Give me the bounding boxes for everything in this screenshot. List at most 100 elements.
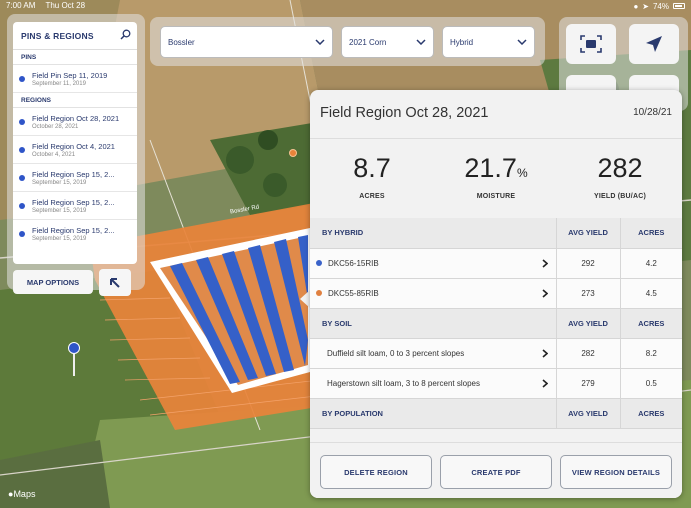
region-marker-icon[interactable]	[289, 149, 297, 157]
frame-icon	[580, 35, 602, 53]
acres-cell: 4.2	[620, 248, 682, 279]
season-select-value: 2021 Corn	[349, 37, 387, 47]
maps-logo-text: Maps	[13, 489, 36, 499]
table-row[interactable]: Duffield silt loam, 0 to 3 percent slope…	[310, 338, 682, 369]
stat-value: 282	[597, 153, 643, 183]
region-date: September 15, 2019	[32, 236, 87, 242]
stat-unit: %	[516, 166, 528, 180]
pins-header: PINS & REGIONS	[13, 22, 137, 50]
header-cell: BY POPULATION	[310, 398, 557, 429]
card-footer: DELETE REGION CREATE PDF VIEW REGION DET…	[310, 442, 682, 498]
stat-label: YIELD (BU/AC)	[594, 193, 646, 200]
filter-bar: Bossler 2021 Corn Hybrid	[150, 17, 545, 66]
hybrid-color-dot-icon	[316, 290, 322, 297]
region-dot-icon	[19, 231, 25, 237]
stat-value: 8.7	[353, 153, 391, 183]
soil-name: Duffield silt loam, 0 to 3 percent slope…	[327, 348, 465, 358]
pins-panel-title: PINS & REGIONS	[21, 30, 94, 41]
avg-yield-cell: 282	[556, 338, 621, 369]
region-date: 10/28/21	[633, 107, 672, 118]
field-select-value: Bossler	[168, 37, 195, 47]
hybrid-name: DKC55-85RIB	[328, 288, 379, 298]
row-name-cell: Hagerstown silt loam, 3 to 8 percent slo…	[310, 368, 557, 399]
fit-region-button[interactable]	[566, 24, 616, 64]
delete-region-button[interactable]: DELETE REGION	[320, 455, 432, 489]
region-stats: 8.7 ACRES 21.7% MOISTURE 282 YIELD (BU/A…	[310, 138, 682, 218]
row-name-cell: Duffield silt loam, 0 to 3 percent slope…	[310, 338, 557, 369]
table-row[interactable]: Hagerstown silt loam, 3 to 8 percent slo…	[310, 368, 682, 399]
region-title: Field Region Sep 15, 2...	[32, 226, 115, 235]
header-cell: ACRES	[620, 308, 682, 339]
header-cell: BY SOIL	[310, 308, 557, 339]
pin-head-icon	[68, 342, 80, 354]
status-time: 7:00 AM	[6, 1, 36, 10]
stat-label: ACRES	[359, 193, 385, 200]
field-pin[interactable]	[68, 342, 82, 376]
avg-yield-cell: 273	[556, 278, 621, 309]
stat-moisture: 21.7% MOISTURE	[434, 153, 558, 200]
layer-select[interactable]: Hybrid	[442, 26, 535, 58]
chevron-right-icon	[541, 288, 548, 298]
region-date: September 15, 2019	[32, 179, 87, 186]
region-date: September 15, 2019	[32, 207, 87, 214]
pins-regions-list[interactable]: PINS & REGIONS PINS Field Pin Sep 11, 20…	[13, 22, 137, 264]
region-dot-icon	[19, 146, 25, 153]
stat-value: 21.7	[464, 153, 517, 183]
chevron-down-icon	[416, 39, 426, 45]
field-select[interactable]: Bossler	[160, 26, 333, 58]
header-cell: BY HYBRID	[310, 218, 557, 249]
stat-label: MOISTURE	[476, 193, 516, 200]
avg-yield-cell: 279	[556, 368, 621, 399]
create-pdf-button[interactable]: CREATE PDF	[440, 455, 552, 489]
region-dot-icon	[19, 202, 25, 209]
search-icon[interactable]	[120, 27, 131, 45]
stat-acres: 8.7 ACRES	[310, 153, 434, 200]
chevron-down-icon	[517, 39, 527, 45]
header-cell: ACRES	[620, 398, 682, 429]
location-icon: ➤	[642, 1, 649, 11]
chevron-down-icon	[315, 39, 325, 45]
arrow-up-left-icon	[110, 277, 120, 288]
acres-cell: 8.2	[620, 338, 682, 369]
acres-cell: 0.5	[620, 368, 682, 399]
region-detail-card: Field Region Oct 28, 2021 10/28/21 8.7 A…	[310, 90, 682, 498]
avg-yield-cell: 292	[556, 248, 621, 279]
region-title: Field Region Sep 15, 2...	[32, 197, 115, 207]
chevron-right-icon	[541, 348, 548, 358]
view-region-details-button[interactable]: VIEW REGION DETAILS	[560, 455, 672, 489]
map-options-button[interactable]: MAP OPTIONS	[13, 270, 93, 294]
table-row[interactable]: DKC55-85RIB 273 4.5	[310, 278, 682, 309]
list-item[interactable]: Field Region Sep 15, 2... September 15, …	[13, 220, 137, 248]
list-item[interactable]: Field Pin Sep 11, 2019 September 11, 201…	[13, 65, 137, 93]
pin-date: September 11, 2019	[32, 80, 86, 87]
list-item[interactable]: Field Region Sep 15, 2... September 15, …	[13, 164, 137, 192]
region-dot-icon	[19, 174, 25, 181]
battery-icon	[673, 3, 685, 9]
table-header-hybrid: BY HYBRID AVG YIELD ACRES	[310, 218, 682, 249]
region-breakdown-table: BY HYBRID AVG YIELD ACRES DKC56-15RIB 29…	[310, 218, 682, 429]
row-name-cell: DKC55-85RIB	[310, 278, 557, 309]
maps-logo: ●Maps	[8, 489, 35, 499]
region-title: Field Region Oct 4, 2021	[32, 141, 115, 151]
card-pointer	[300, 290, 310, 308]
locate-button[interactable]	[629, 24, 679, 64]
region-title: Field Region Sep 15, 2...	[32, 169, 115, 179]
season-select[interactable]: 2021 Corn	[341, 26, 434, 58]
pins-section-label: PINS	[13, 50, 137, 65]
hybrid-name: DKC56-15RIB	[328, 258, 379, 268]
list-item[interactable]: Field Region Sep 15, 2... September 15, …	[13, 192, 137, 220]
chevron-right-icon	[541, 258, 548, 268]
list-item[interactable]: Field Region Oct 28, 2021 October 28, 20…	[13, 108, 137, 136]
region-title: Field Region Oct 28, 2021	[32, 113, 120, 123]
region-dot-icon	[19, 118, 25, 125]
soil-name: Hagerstown silt loam, 3 to 8 percent slo…	[327, 378, 480, 388]
header-cell: AVG YIELD	[556, 398, 621, 429]
hybrid-color-dot-icon	[316, 260, 322, 267]
acres-cell: 4.5	[620, 278, 682, 309]
header-cell: AVG YIELD	[556, 218, 621, 249]
location-arrow-icon	[646, 36, 662, 52]
collapse-panel-button[interactable]	[99, 269, 131, 296]
header-cell: ACRES	[620, 218, 682, 249]
list-item[interactable]: Field Region Oct 4, 2021 October 4, 2021	[13, 136, 137, 164]
table-row[interactable]: DKC56-15RIB 292 4.2	[310, 248, 682, 279]
